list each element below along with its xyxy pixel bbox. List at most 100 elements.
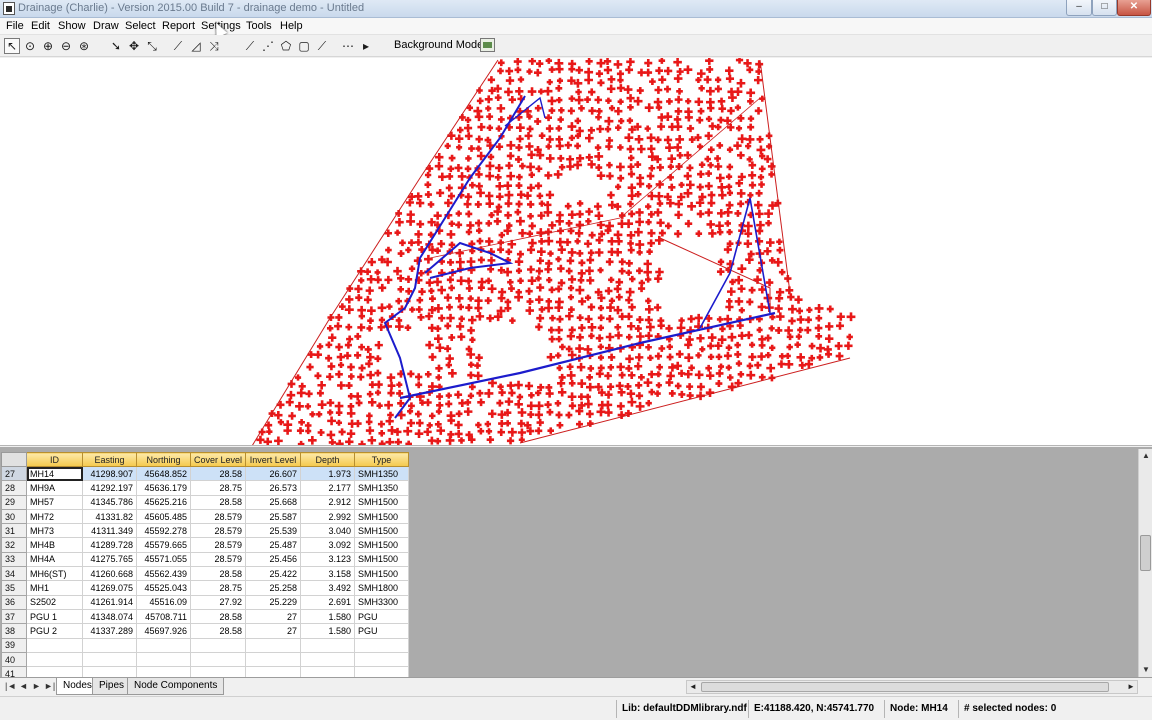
node-marker[interactable]	[497, 246, 505, 254]
node-marker[interactable]	[707, 191, 716, 199]
node-marker[interactable]	[535, 165, 543, 173]
node-marker[interactable]	[607, 364, 615, 371]
node-marker[interactable]	[627, 322, 636, 331]
node-marker[interactable]	[435, 343, 445, 353]
node-marker[interactable]	[766, 238, 775, 247]
node-marker[interactable]	[505, 161, 513, 170]
node-marker[interactable]	[286, 390, 296, 400]
node-marker[interactable]	[674, 107, 683, 116]
table-row[interactable]: 29 MH57 41345.786 45625.216 28.58 25.668 2.912…	[1, 494, 409, 510]
node-marker[interactable]	[668, 363, 677, 372]
node-marker[interactable]	[424, 190, 432, 199]
node-marker[interactable]	[577, 393, 585, 401]
node-marker[interactable]	[446, 230, 456, 239]
nodes-table[interactable]: ID Easting Northing Cover Level Invert L…	[1, 452, 409, 677]
column-header-id[interactable]: ID	[26, 452, 83, 467]
node-marker[interactable]	[603, 400, 613, 410]
node-marker[interactable]	[647, 354, 654, 362]
node-marker[interactable]	[626, 117, 634, 124]
node-marker[interactable]	[604, 125, 612, 133]
scroll-left-icon[interactable]: ◄	[687, 681, 699, 693]
node-marker[interactable]	[496, 104, 506, 113]
node-marker[interactable]	[527, 212, 534, 220]
node-marker[interactable]	[545, 143, 552, 150]
node-marker[interactable]	[627, 397, 637, 407]
cell-depth[interactable]	[300, 666, 355, 677]
node-marker[interactable]	[575, 220, 584, 230]
node-marker[interactable]	[566, 363, 574, 371]
node-marker[interactable]	[447, 416, 456, 425]
node-marker[interactable]	[366, 325, 373, 332]
node-marker[interactable]	[368, 398, 377, 407]
node-marker[interactable]	[306, 363, 314, 371]
node-marker[interactable]	[725, 173, 733, 180]
node-marker[interactable]	[596, 171, 606, 180]
node-marker[interactable]	[703, 75, 712, 84]
node-marker[interactable]	[705, 58, 714, 65]
node-marker[interactable]	[475, 135, 483, 143]
node-marker[interactable]	[428, 287, 435, 294]
node-marker[interactable]	[533, 68, 542, 77]
node-marker[interactable]	[627, 170, 636, 178]
node-marker[interactable]	[524, 131, 533, 140]
cell-northing[interactable]: 45562.439	[136, 566, 191, 582]
node-marker[interactable]	[464, 193, 473, 201]
node-marker[interactable]	[613, 284, 622, 293]
node-marker[interactable]	[427, 201, 435, 208]
node-marker[interactable]	[495, 163, 504, 173]
scroll-down-icon[interactable]: ▼	[1139, 663, 1152, 677]
node-marker[interactable]	[626, 145, 635, 153]
cell-easting[interactable]: 41260.668	[82, 566, 137, 582]
node-marker[interactable]	[555, 352, 562, 359]
node-marker[interactable]	[575, 285, 585, 295]
node-marker[interactable]	[723, 351, 732, 360]
node-marker[interactable]	[428, 353, 437, 361]
node-marker[interactable]	[606, 303, 615, 312]
node-marker[interactable]	[596, 407, 606, 417]
node-marker[interactable]	[707, 162, 714, 169]
node-marker[interactable]	[613, 60, 623, 69]
node-marker[interactable]	[426, 422, 433, 429]
node-marker[interactable]	[414, 230, 423, 239]
node-marker[interactable]	[447, 165, 455, 173]
node-marker[interactable]	[337, 361, 345, 369]
node-marker[interactable]	[404, 275, 413, 283]
cell-northing[interactable]: 45625.216	[136, 494, 191, 510]
node-marker[interactable]	[547, 427, 555, 434]
node-marker[interactable]	[266, 428, 273, 435]
node-marker[interactable]	[466, 221, 475, 230]
node-marker[interactable]	[614, 331, 623, 340]
node-marker[interactable]	[555, 141, 564, 150]
node-marker[interactable]	[694, 370, 704, 380]
cell-easting[interactable]: 41311.349	[82, 523, 137, 539]
node-marker[interactable]	[366, 370, 375, 380]
node-marker[interactable]	[486, 314, 495, 323]
node-marker[interactable]	[814, 324, 823, 332]
node-marker[interactable]	[606, 172, 614, 180]
pan-icon[interactable]: ✥	[126, 38, 142, 54]
node-marker[interactable]	[604, 390, 613, 399]
node-marker[interactable]	[486, 124, 494, 132]
node-marker[interactable]	[567, 392, 577, 402]
cell-type[interactable]: SMH1500	[354, 494, 409, 510]
cell-cover[interactable]: 28.58	[190, 623, 246, 639]
node-marker[interactable]	[445, 361, 453, 369]
node-marker[interactable]	[428, 295, 436, 303]
node-marker[interactable]	[717, 363, 725, 370]
table-row[interactable]: 27 MH14 41298.907 45648.852 28.58 26.607 1.973…	[1, 465, 409, 482]
node-marker[interactable]	[416, 220, 425, 229]
node-marker[interactable]	[514, 155, 523, 163]
node-marker[interactable]	[757, 174, 765, 181]
node-marker[interactable]	[327, 409, 334, 416]
cell-invert[interactable]: 25.422	[245, 566, 301, 582]
node-marker[interactable]	[425, 278, 434, 287]
node-marker[interactable]	[603, 65, 613, 75]
node-marker[interactable]	[485, 171, 495, 181]
node-marker[interactable]	[556, 77, 564, 84]
node-marker[interactable]	[706, 86, 715, 96]
node-marker[interactable]	[466, 257, 476, 266]
node-marker[interactable]	[595, 113, 602, 121]
node-marker[interactable]	[696, 334, 705, 343]
node-marker[interactable]	[317, 400, 327, 410]
node-marker[interactable]	[515, 143, 523, 152]
